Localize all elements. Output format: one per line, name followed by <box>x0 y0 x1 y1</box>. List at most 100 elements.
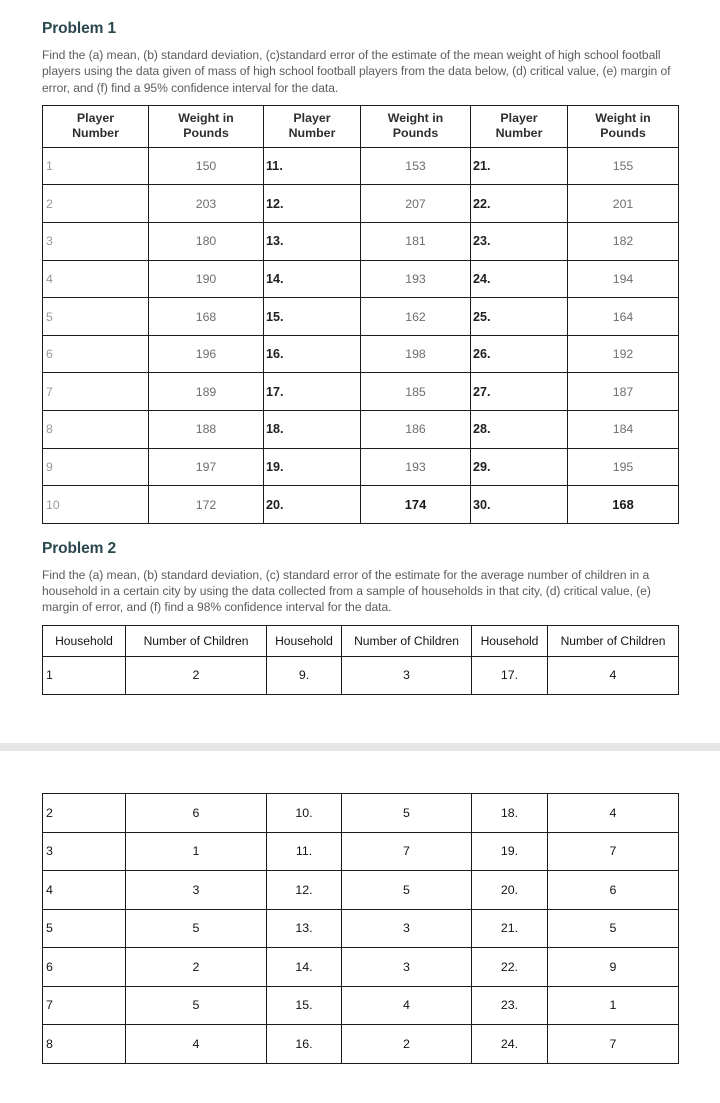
weight-cell: 187 <box>567 372 679 412</box>
children-cell: 5 <box>547 908 679 949</box>
column-header-weight-2: Weight in Pounds <box>360 104 471 148</box>
children-cell: 4 <box>547 793 679 833</box>
column-header-weight-1: Weight in Pounds <box>148 104 264 148</box>
page-separator-band <box>0 743 720 752</box>
header-line-1: Weight in <box>387 111 444 126</box>
children-cell: 3 <box>341 947 472 987</box>
household-cell: 1 <box>42 655 126 696</box>
table-row: 1 150 11. 153 21. 155 <box>42 146 679 186</box>
children-cell: 5 <box>125 908 267 949</box>
top-spacer <box>0 0 720 20</box>
column-header-player-number-3: Player Number <box>470 104 568 148</box>
column-header-weight-3: Weight in Pounds <box>567 104 679 148</box>
column-header-household-1: Household <box>42 624 126 657</box>
player-number-cell: 6 <box>42 334 149 374</box>
weight-cell: 193 <box>360 259 471 299</box>
weight-cell: 180 <box>148 222 264 261</box>
header-line-2: Number <box>495 126 543 141</box>
household-cell: 21. <box>471 908 548 949</box>
player-number-cell: 27. <box>470 372 568 412</box>
household-cell: 5 <box>42 908 126 949</box>
weight-cell: 196 <box>148 334 264 374</box>
weight-cell: 197 <box>148 447 264 487</box>
children-cell: 6 <box>547 870 679 910</box>
household-cell: 17. <box>471 655 548 696</box>
household-cell: 23. <box>471 985 548 1026</box>
children-cell: 2 <box>125 947 267 987</box>
table-row: 10 172 20. 174 30. 168 <box>42 485 679 524</box>
children-cell: 4 <box>125 1024 267 1064</box>
children-cell: 3 <box>341 655 472 696</box>
weight-cell: 186 <box>360 410 471 449</box>
children-cell: 9 <box>547 947 679 987</box>
household-cell: 9. <box>266 655 342 696</box>
weight-cell: 192 <box>567 334 679 374</box>
household-cell: 24. <box>471 1024 548 1064</box>
header-line-2: Number <box>72 126 119 141</box>
household-cell: 19. <box>471 831 548 872</box>
household-cell: 4 <box>42 870 126 910</box>
household-cell: 6 <box>42 947 126 987</box>
children-cell: 1 <box>547 985 679 1026</box>
player-number-cell: 29. <box>470 447 568 487</box>
household-cell: 7 <box>42 985 126 1026</box>
weight-cell: 162 <box>360 297 471 336</box>
player-number-cell: 8 <box>42 410 149 449</box>
player-number-cell: 4 <box>42 259 149 299</box>
player-number-cell: 24. <box>470 259 568 299</box>
player-number-cell: 2 <box>42 184 149 224</box>
weight-cell: 153 <box>360 146 471 186</box>
table-row: 3 1 11. 7 19. 7 <box>42 831 679 872</box>
problem-1-data-table: Player Number Weight in Pounds Player Nu… <box>42 104 679 524</box>
children-cell: 6 <box>125 793 267 833</box>
table-row: 8 4 16. 2 24. 7 <box>42 1024 679 1064</box>
table-row: 5 5 13. 3 21. 5 <box>42 908 679 949</box>
household-cell: 2 <box>42 793 126 833</box>
player-number-cell: 10 <box>42 485 149 524</box>
player-number-cell: 25. <box>470 297 568 336</box>
player-number-cell: 7 <box>42 372 149 412</box>
column-header-children-1: Number of Children <box>125 624 267 657</box>
player-number-cell: 5 <box>42 297 149 336</box>
table-row: 9 197 19. 193 29. 195 <box>42 447 679 487</box>
table-row: 2 6 10. 5 18. 4 <box>42 793 679 833</box>
table-row: 6 196 16. 198 26. 192 <box>42 334 679 374</box>
page-bottom-gap <box>0 695 720 743</box>
page-top-gap <box>0 751 720 793</box>
household-cell: 3 <box>42 831 126 872</box>
header-line-1: Player <box>76 111 115 126</box>
header-line-2: Pounds <box>600 126 646 141</box>
weight-cell: 188 <box>148 410 264 449</box>
table-row: 6 2 14. 3 22. 9 <box>42 947 679 987</box>
weight-cell: 194 <box>567 259 679 299</box>
household-cell: 13. <box>266 908 342 949</box>
problem-1-description: Find the (a) mean, (b) standard deviatio… <box>42 48 671 95</box>
column-header-household-3: Household <box>471 624 548 657</box>
children-cell: 5 <box>125 985 267 1026</box>
problem-2-data-table-bottom: 2 6 10. 5 18. 4 3 1 11. 7 19. 7 4 3 12. 5 20. 6 5 5 13. 3 21. 5… <box>42 793 679 1064</box>
household-cell: 8 <box>42 1024 126 1064</box>
column-header-children-2: Number of Children <box>341 624 472 657</box>
header-line-2: Pounds <box>392 126 439 141</box>
table-row: 4 190 14. 193 24. 194 <box>42 259 679 299</box>
children-cell: 2 <box>125 655 267 696</box>
player-number-cell: 11. <box>263 146 361 186</box>
weight-cell: 174 <box>360 485 471 524</box>
household-cell: 10. <box>266 793 342 833</box>
player-number-cell: 12. <box>263 184 361 224</box>
weight-cell: 193 <box>360 447 471 487</box>
children-cell: 2 <box>341 1024 472 1064</box>
weight-cell: 203 <box>148 184 264 224</box>
household-cell: 22. <box>471 947 548 987</box>
children-cell: 3 <box>125 870 267 910</box>
weight-cell: 185 <box>360 372 471 412</box>
player-number-cell: 3 <box>42 222 149 261</box>
weight-cell: 195 <box>567 447 679 487</box>
player-number-cell: 21. <box>470 146 568 186</box>
household-cell: 14. <box>266 947 342 987</box>
household-cell: 15. <box>266 985 342 1026</box>
weight-cell: 182 <box>567 222 679 261</box>
player-number-cell: 23. <box>470 222 568 261</box>
problem-1-title: Problem 1 <box>42 20 117 37</box>
header-line-2: Pounds <box>183 126 229 141</box>
